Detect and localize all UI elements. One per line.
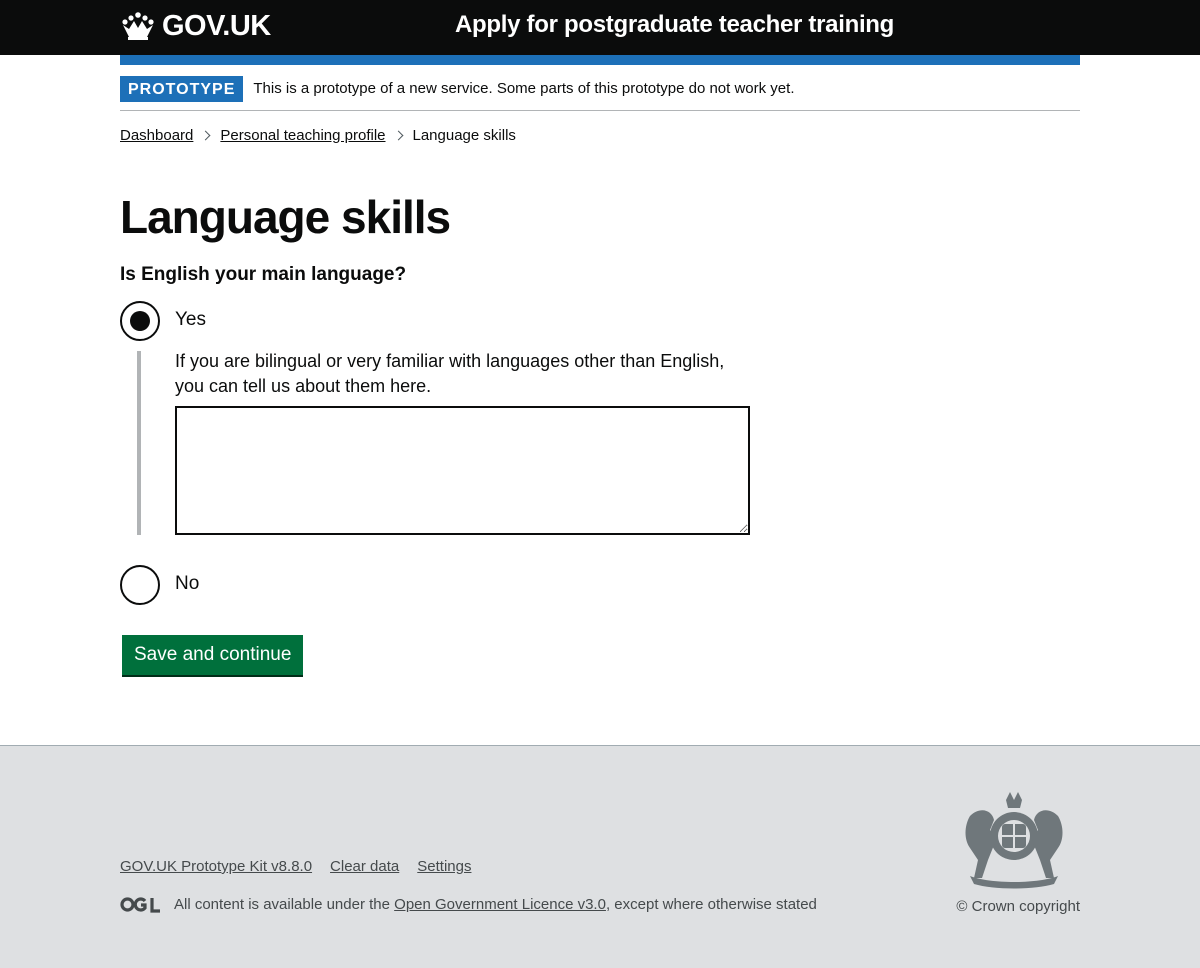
chevron-right-icon: [200, 130, 211, 140]
radio-no-label[interactable]: No: [175, 573, 199, 595]
save-and-continue-button[interactable]: Save and continue: [122, 635, 304, 675]
chevron-right-icon: [393, 130, 403, 140]
footer-link-clear-data[interactable]: Clear data: [330, 858, 399, 875]
radio-yes-label[interactable]: Yes: [175, 309, 206, 331]
radio-yes[interactable]: [120, 301, 160, 341]
breadcrumb-dashboard[interactable]: Dashboard: [120, 127, 193, 144]
licence-suffix: , except where otherwise stated: [605, 896, 817, 913]
footer-link-settings[interactable]: Settings: [417, 858, 471, 875]
footer-link-prototype-kit[interactable]: GOV.UK Prototype Kit v8.8.0: [120, 858, 312, 875]
other-languages-textarea[interactable]: [175, 406, 750, 535]
royal-coat-of-arms-icon: [965, 792, 1063, 889]
phase-banner: PROTOTYPE This is a prototype of a new s…: [120, 65, 1080, 111]
ogl-logo-icon: [120, 897, 160, 913]
licence-statement: All content is available under the Open …: [120, 896, 817, 913]
site-footer: GOV.UK Prototype Kit v8.8.0 Clear data S…: [0, 745, 1200, 968]
phase-banner-text: This is a prototype of a new service. So…: [253, 80, 795, 97]
footer-links: GOV.UK Prototype Kit v8.8.0 Clear data S…: [120, 858, 471, 875]
conditional-hint: If you are bilingual or very familiar wi…: [175, 351, 725, 396]
conditional-reveal-bar: [137, 351, 141, 535]
logo-text: GOV.UK: [162, 9, 271, 42]
breadcrumb-personal-teaching-profile[interactable]: Personal teaching profile: [220, 127, 385, 144]
licence-prefix: All content is available under the: [174, 896, 390, 913]
site-header: GOV.UK Apply for postgraduate teacher tr…: [0, 0, 1200, 55]
header-blue-bar: [120, 55, 1080, 65]
breadcrumb-current: Language skills: [412, 126, 516, 144]
crown-copyright-link[interactable]: © Crown copyright: [956, 898, 1080, 915]
breadcrumb: Dashboard Personal teaching profile Lang…: [120, 125, 516, 145]
radio-no[interactable]: [120, 565, 160, 605]
govuk-logo-link[interactable]: GOV.UK: [120, 9, 271, 43]
service-name-link[interactable]: Apply for postgraduate teacher training: [455, 11, 894, 39]
open-government-licence-link[interactable]: Open Government Licence v3.0: [394, 896, 606, 913]
question-legend: Is English your main language?: [120, 264, 407, 285]
page-title: Language skills: [120, 191, 451, 243]
phase-tag: PROTOTYPE: [120, 75, 244, 102]
crown-icon: [122, 12, 154, 40]
